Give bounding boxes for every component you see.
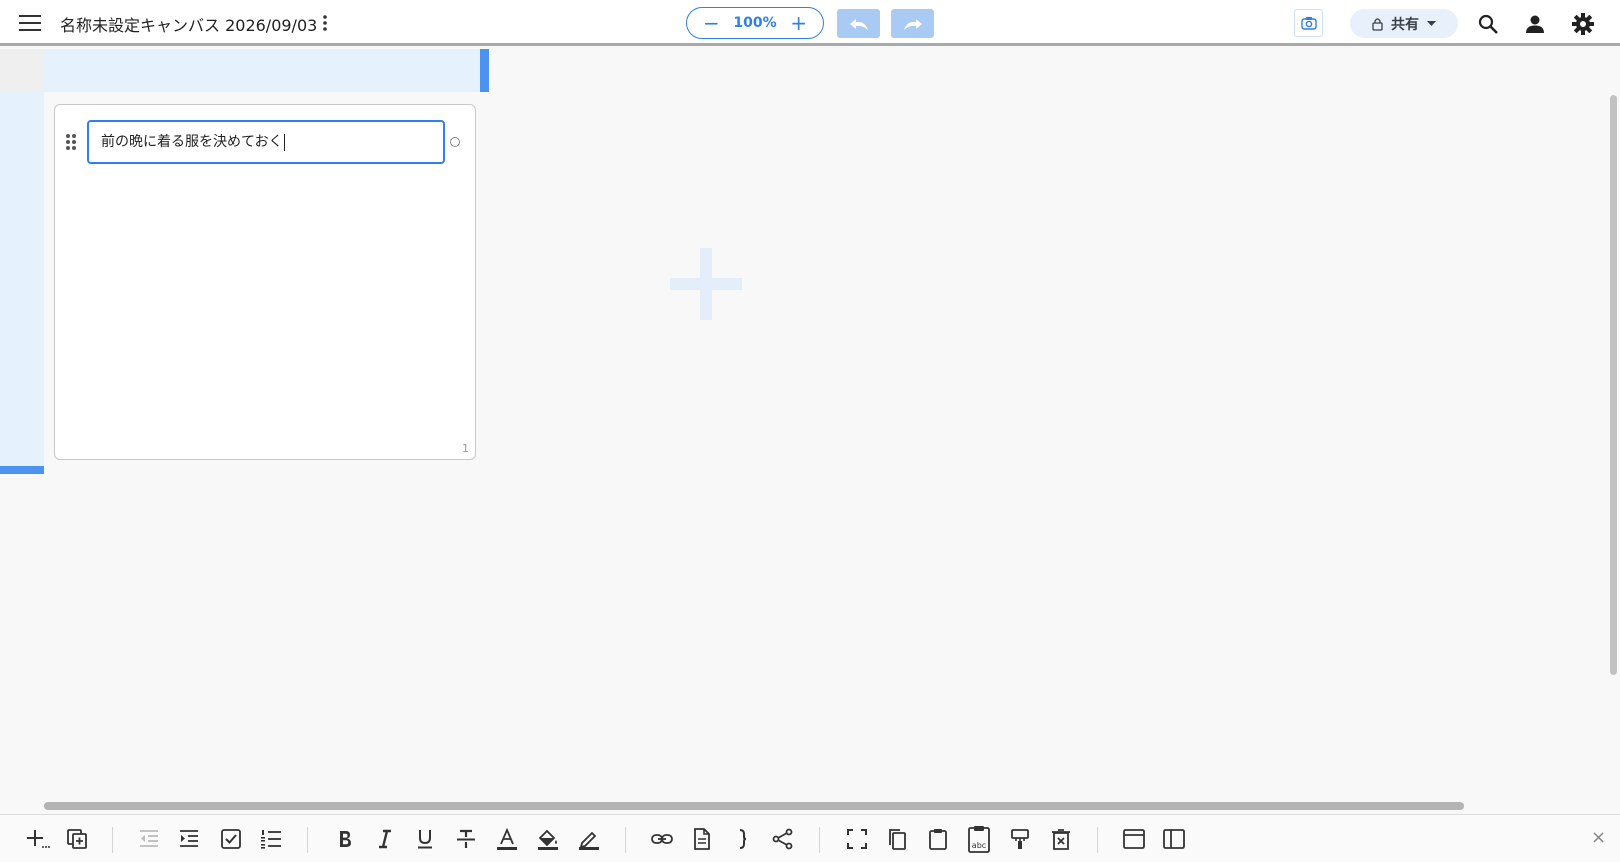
svg-text:abc: abc xyxy=(972,841,986,850)
menu-icon[interactable] xyxy=(16,11,44,35)
toolbar-separator xyxy=(625,827,626,853)
strikethrough-icon[interactable] xyxy=(454,827,478,851)
copy-icon[interactable] xyxy=(885,827,909,851)
share-button[interactable]: 共有 xyxy=(1350,9,1458,38)
underline-icon[interactable] xyxy=(413,827,437,851)
toolbar-separator xyxy=(112,827,113,853)
link-icon[interactable] xyxy=(650,827,674,851)
account-icon[interactable] xyxy=(1523,12,1547,36)
sidebar-panel-icon[interactable] xyxy=(1162,827,1186,851)
document-icon[interactable] xyxy=(690,827,714,851)
window-icon[interactable] xyxy=(1122,827,1146,851)
toolbar-close-icon[interactable]: × xyxy=(1591,827,1606,848)
toolbar-separator xyxy=(307,827,308,853)
undo-button[interactable] xyxy=(837,9,880,38)
row-resize-handle[interactable] xyxy=(0,466,44,474)
paste-icon[interactable] xyxy=(926,827,950,851)
text-color-icon[interactable] xyxy=(495,827,519,851)
top-app-bar: 名称未設定キャンバス 2026/09/03 − 100% + 共有 xyxy=(0,0,1620,46)
toolbar-separator xyxy=(1097,827,1098,853)
share-label: 共有 xyxy=(1391,16,1419,33)
canvas-title[interactable]: 名称未設定キャンバス 2026/09/03 xyxy=(60,12,317,36)
add-icon[interactable] xyxy=(670,248,742,320)
bold-icon[interactable] xyxy=(333,827,357,851)
drag-handle-icon[interactable] xyxy=(65,133,77,151)
column-resize-handle[interactable] xyxy=(480,49,489,92)
add-card-icon[interactable] xyxy=(26,827,50,851)
close-brace-icon[interactable] xyxy=(731,827,755,851)
zoom-in-button[interactable]: + xyxy=(790,13,807,33)
italic-icon[interactable] xyxy=(373,827,397,851)
fit-screen-icon[interactable] xyxy=(845,827,869,851)
card-count: 1 xyxy=(462,442,469,455)
paste-as-text-icon[interactable]: abc xyxy=(966,825,992,853)
zoom-out-button[interactable]: − xyxy=(703,13,720,33)
highlight-pen-icon[interactable] xyxy=(577,827,601,851)
zoom-level: 100% xyxy=(733,15,777,31)
task-text-input[interactable]: 前の晩に着る服を決めておく xyxy=(87,120,445,164)
task-card[interactable]: 前の晩に着る服を決めておく 1 xyxy=(54,104,476,460)
text-caret xyxy=(283,133,285,151)
connector-icon[interactable] xyxy=(771,827,795,851)
format-painter-icon[interactable] xyxy=(1008,827,1032,851)
toolbar-separator xyxy=(819,827,820,853)
fill-color-icon[interactable] xyxy=(536,827,560,851)
outdent-icon[interactable] xyxy=(137,827,161,851)
redo-icon xyxy=(903,18,922,30)
search-icon[interactable] xyxy=(1476,12,1500,36)
delete-icon[interactable] xyxy=(1049,827,1073,851)
status-circle-icon[interactable] xyxy=(450,137,460,147)
bottom-toolbar: abc × xyxy=(0,814,1620,862)
horizontal-scrollbar-thumb[interactable] xyxy=(44,802,1464,810)
column-selection-band xyxy=(44,49,480,92)
task-text: 前の晩に着る服を決めておく xyxy=(101,134,283,150)
vertical-scrollbar-thumb[interactable] xyxy=(1610,95,1617,675)
dropdown-icon xyxy=(1427,20,1436,26)
snapshot-button[interactable] xyxy=(1294,9,1323,37)
lock-icon xyxy=(1372,17,1383,31)
indent-icon[interactable] xyxy=(177,827,201,851)
duplicate-icon[interactable] xyxy=(65,827,89,851)
redo-button[interactable] xyxy=(891,9,934,38)
checkbox-icon[interactable] xyxy=(219,827,243,851)
row-header-corner xyxy=(0,49,44,92)
settings-icon[interactable] xyxy=(1570,11,1596,37)
more-vert-icon[interactable] xyxy=(318,12,332,34)
numbered-list-icon[interactable] xyxy=(259,827,283,851)
camera-icon xyxy=(1300,17,1317,30)
row-selection-band xyxy=(0,92,44,466)
zoom-control: − 100% + xyxy=(686,7,824,39)
undo-icon xyxy=(849,18,868,30)
